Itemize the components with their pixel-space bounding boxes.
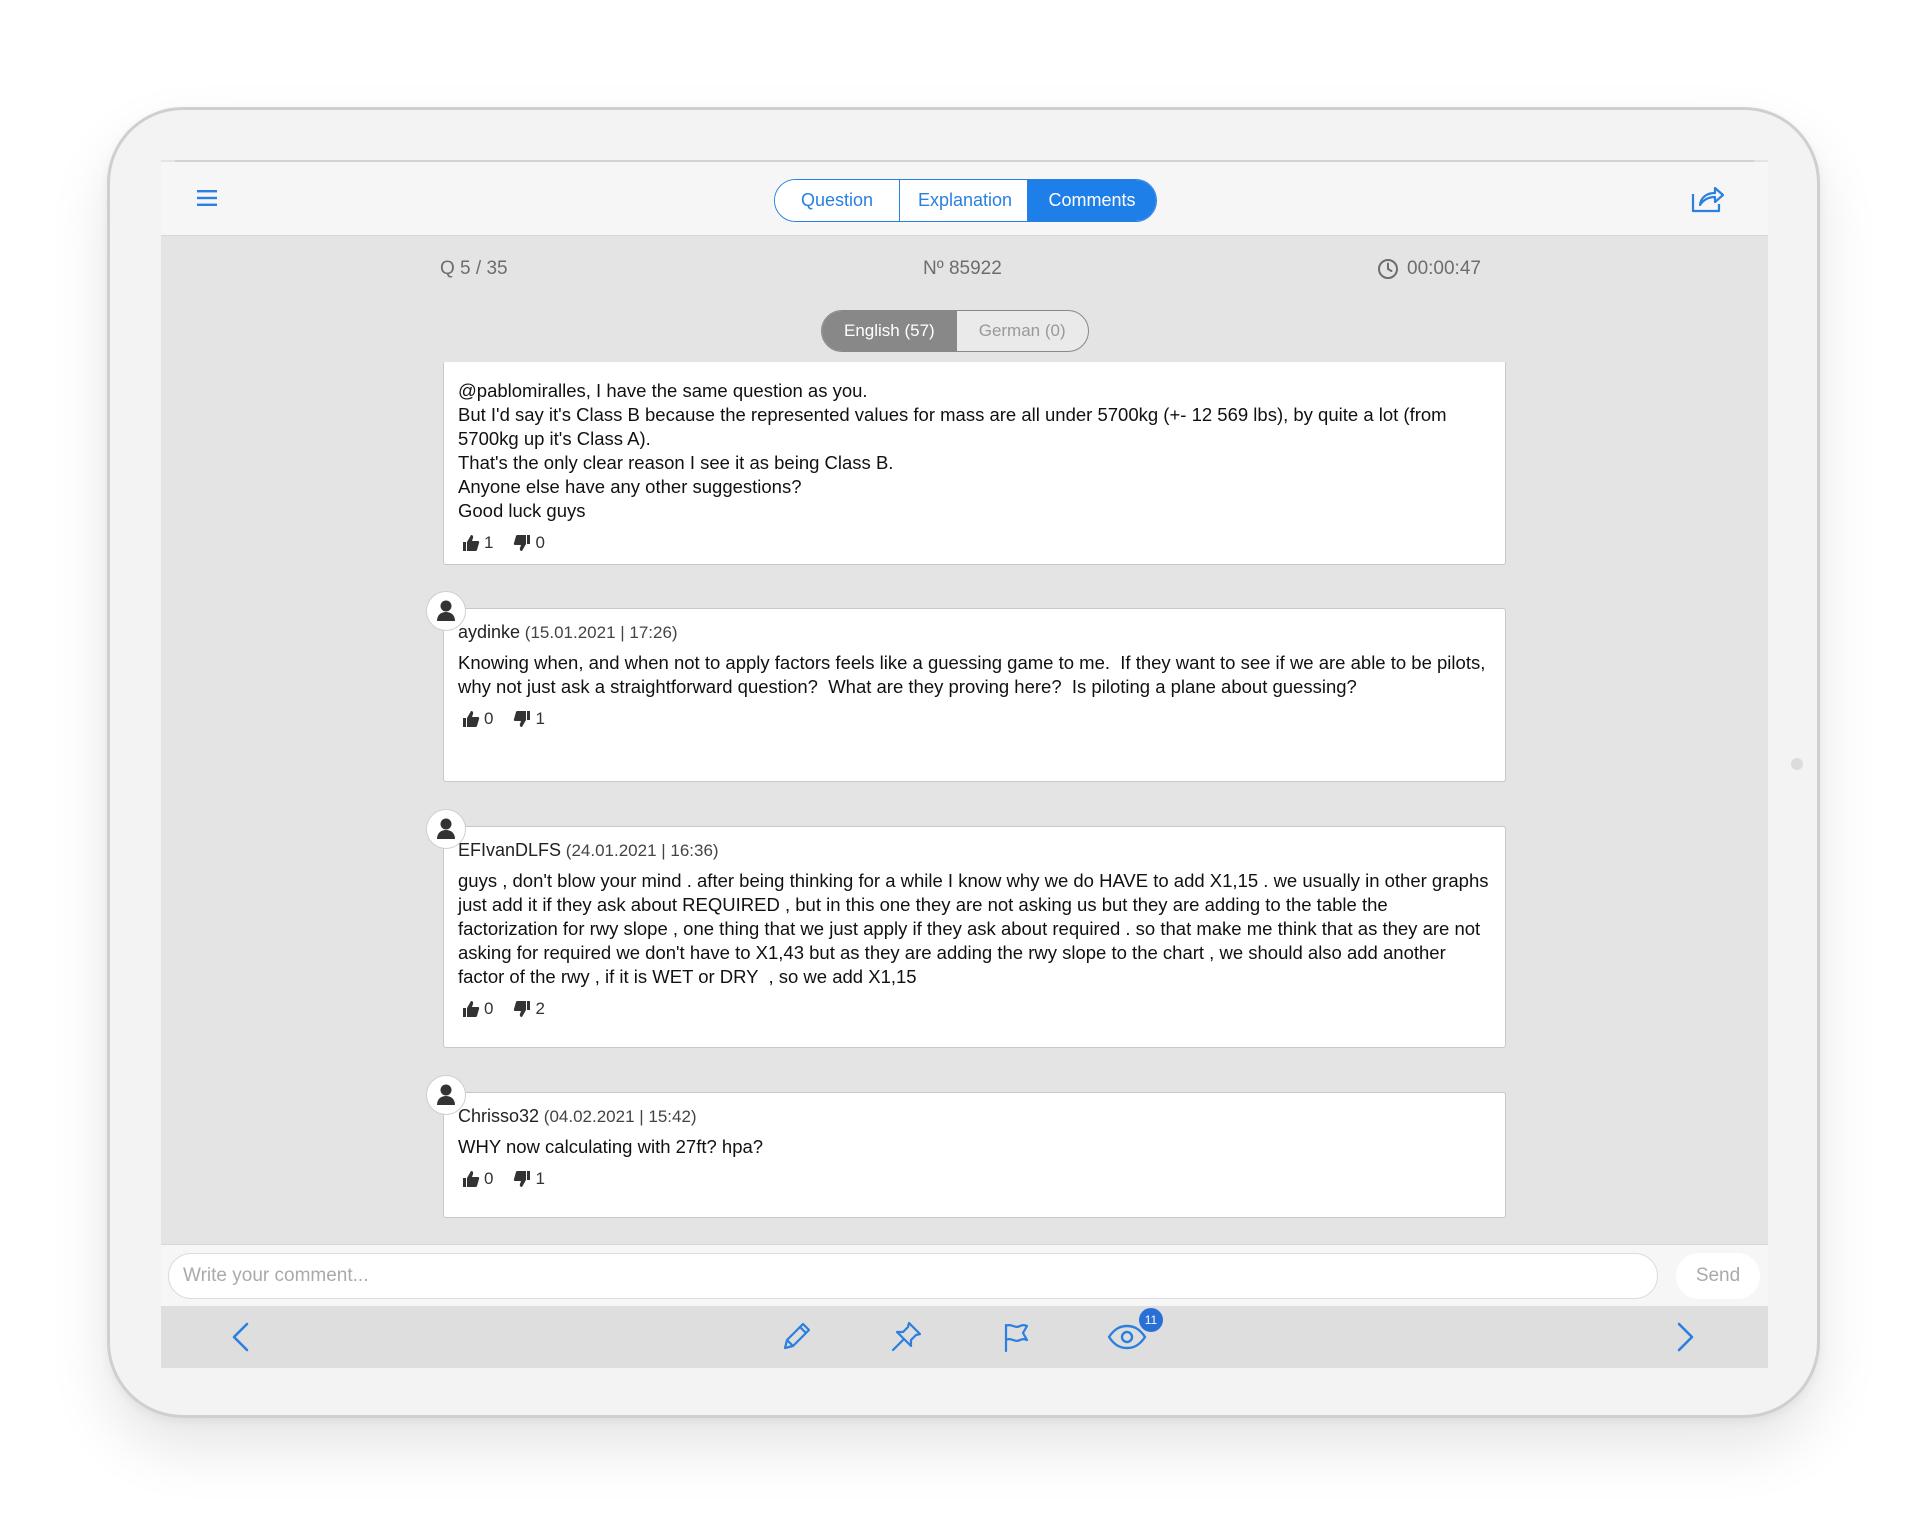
comment-author: EFIvanDLFS xyxy=(458,840,562,860)
comment-card: aydinke (15.01.2021 | 17:26) Knowing whe… xyxy=(426,591,1506,782)
dislike-button[interactable]: 1 xyxy=(513,709,545,729)
comment-body: @pablomiralles, I have the same question… xyxy=(458,380,1447,521)
tab-comments[interactable]: Comments xyxy=(1028,180,1156,221)
user-icon xyxy=(437,818,455,839)
comment-body: WHY now calculating with 27ft? hpa? xyxy=(458,1136,764,1157)
view-tabs: Question Explanation Comments xyxy=(774,179,1157,222)
pencil-icon xyxy=(783,1322,811,1350)
comment-votes: 0 1 xyxy=(462,1169,1491,1189)
user-icon xyxy=(437,600,455,621)
like-button[interactable]: 0 xyxy=(462,999,493,1019)
like-count: 0 xyxy=(484,1169,494,1188)
avatar xyxy=(426,809,466,849)
comments-list[interactable]: @pablomiralles, I have the same question… xyxy=(161,362,1768,1230)
like-button[interactable]: 0 xyxy=(462,1169,493,1189)
comment-card: Chrisso32 (04.02.2021 | 15:42) WHY now c… xyxy=(426,1075,1506,1218)
next-button[interactable] xyxy=(1667,1320,1701,1354)
flag-button[interactable] xyxy=(999,1320,1033,1354)
comment-header: aydinke (15.01.2021 | 17:26) xyxy=(458,622,1491,643)
views-badge: 11 xyxy=(1139,1308,1163,1332)
dislike-count: 1 xyxy=(535,1169,545,1188)
comment-author: aydinke xyxy=(458,622,521,642)
comment-votes: 0 1 xyxy=(462,709,1491,729)
comment-card: @pablomiralles, I have the same question… xyxy=(443,362,1506,565)
like-button[interactable]: 0 xyxy=(462,709,493,729)
tab-english[interactable]: English (57) xyxy=(822,311,957,351)
like-count: 1 xyxy=(484,533,494,552)
thumbs-down-icon xyxy=(514,535,531,551)
top-navbar: Question Explanation Comments xyxy=(161,162,1768,236)
like-count: 0 xyxy=(484,999,494,1018)
comment-header: EFIvanDLFS (24.01.2021 | 16:36) xyxy=(458,840,1491,861)
dislike-button[interactable]: 2 xyxy=(513,999,545,1019)
tablet-camera xyxy=(1791,758,1803,770)
dislike-button[interactable]: 0 xyxy=(513,533,545,553)
bottom-toolbar: 11 xyxy=(161,1306,1768,1368)
pin-button[interactable] xyxy=(889,1320,923,1354)
question-info-bar: Q 5 / 35 Nº 85922 00:00:47 xyxy=(161,258,1768,286)
tab-german[interactable]: German (0) xyxy=(957,311,1088,351)
chevron-right-icon xyxy=(1677,1322,1694,1352)
dislike-button[interactable]: 1 xyxy=(513,1169,545,1189)
comment-card: EFIvanDLFS (24.01.2021 | 16:36) guys , d… xyxy=(426,809,1506,1048)
comment-input[interactable] xyxy=(168,1253,1658,1299)
language-tabs: English (57) German (0) xyxy=(821,310,1089,352)
dislike-count: 1 xyxy=(535,709,545,728)
thumbs-down-icon xyxy=(514,711,531,727)
question-counter: Q 5 / 35 xyxy=(440,258,508,279)
thumbs-down-icon xyxy=(514,1171,531,1187)
comment-author: Chrisso32 xyxy=(458,1106,540,1126)
comment-header: Chrisso32 (04.02.2021 | 15:42) xyxy=(458,1106,1491,1127)
views-button[interactable]: 11 xyxy=(1107,1308,1163,1354)
user-icon xyxy=(437,1084,455,1105)
dislike-count: 0 xyxy=(535,533,545,552)
tab-explanation[interactable]: Explanation xyxy=(900,180,1028,221)
thumbs-up-icon xyxy=(463,1171,480,1187)
share-icon[interactable] xyxy=(1690,184,1726,214)
tab-question[interactable]: Question xyxy=(775,180,900,221)
comment-votes: 0 2 xyxy=(462,999,1491,1019)
thumbs-up-icon xyxy=(463,1001,480,1017)
comment-composer: Send xyxy=(161,1244,1768,1306)
hamburger-menu-icon[interactable] xyxy=(195,188,219,208)
previous-button[interactable] xyxy=(225,1320,259,1354)
pin-icon xyxy=(891,1321,922,1352)
comment-body: Knowing when, and when not to apply fact… xyxy=(458,652,1491,697)
edit-note-button[interactable] xyxy=(779,1320,813,1354)
avatar xyxy=(426,591,466,631)
comment-votes: 1 0 xyxy=(462,533,1491,553)
dislike-count: 2 xyxy=(535,999,545,1018)
like-button[interactable]: 1 xyxy=(462,533,493,553)
timer-value: 00:00:47 xyxy=(1407,258,1481,279)
chevron-left-icon xyxy=(232,1322,249,1352)
send-button[interactable]: Send xyxy=(1676,1253,1760,1299)
thumbs-down-icon xyxy=(514,1001,531,1017)
thumbs-up-icon xyxy=(463,535,480,551)
app-screen: Question Explanation Comments Q 5 / 35 N… xyxy=(161,160,1768,1368)
comment-date: (04.02.2021 | 15:42) xyxy=(543,1107,697,1126)
timer: 00:00:47 xyxy=(1377,258,1481,280)
like-count: 0 xyxy=(484,709,494,728)
comment-date: (15.01.2021 | 17:26) xyxy=(524,623,678,642)
comment-date: (24.01.2021 | 16:36) xyxy=(565,841,719,860)
clock-icon xyxy=(1378,259,1398,279)
comment-body: guys , don't blow your mind . after bein… xyxy=(458,870,1494,987)
flag-icon xyxy=(1004,1323,1029,1353)
question-number: Nº 85922 xyxy=(923,258,1002,279)
avatar xyxy=(426,1075,466,1115)
thumbs-up-icon xyxy=(463,711,480,727)
